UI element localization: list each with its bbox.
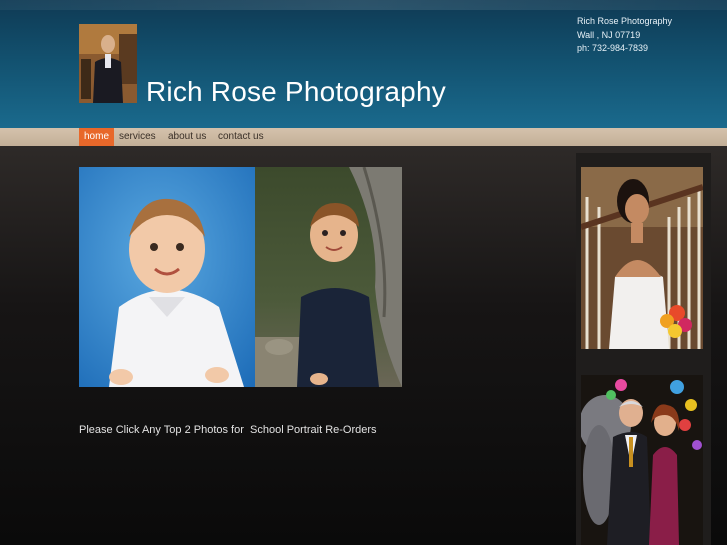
nav-about-us[interactable]: about us [168,128,206,146]
contact-phone: ph: 732-984-7839 [577,43,649,53]
nav-home[interactable]: home [79,128,115,146]
site-header: Rich Rose Photography Rich Rose Photogra… [0,0,727,128]
couple-event-photo[interactable] [581,375,703,545]
boy-portrait-photo[interactable] [255,167,402,387]
contact-info: Rich Rose Photography Wall , NJ 07719 ph… [577,15,672,56]
contact-business-name: Rich Rose Photography [577,16,673,26]
nav-contact-us[interactable]: contact us [218,128,264,146]
owner-portrait-photo [79,24,137,103]
baby-portrait-photo[interactable] [79,167,255,387]
nav-services[interactable]: services [119,128,156,146]
main-navigation: home services about us contact us [0,128,727,146]
reorder-instructions: Please Click Any Top 2 Photos for School… [79,424,377,436]
bride-photo[interactable] [581,167,703,349]
site-title[interactable]: Rich Rose Photography [146,76,446,108]
contact-address: Wall , NJ 07719 [577,29,641,40]
school-portrait-photos [79,167,402,387]
